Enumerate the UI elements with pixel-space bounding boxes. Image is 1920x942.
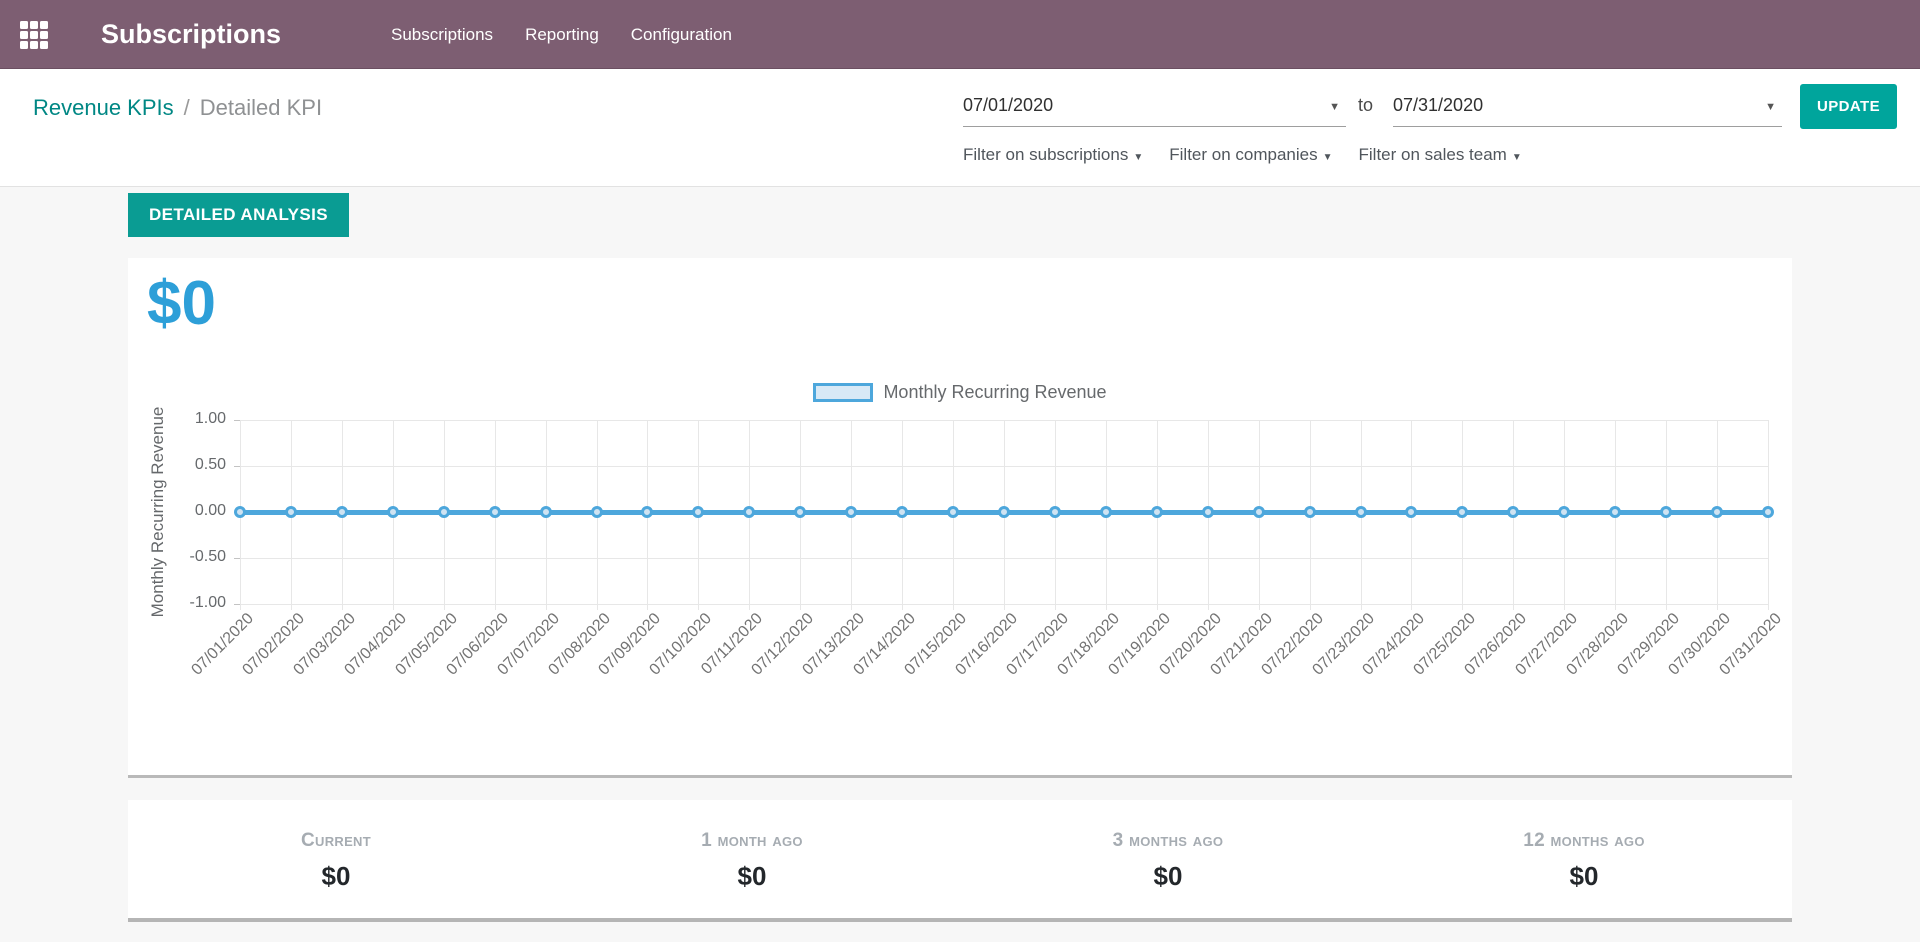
- data-point-marker: [1456, 506, 1468, 518]
- data-point-marker: [896, 506, 908, 518]
- data-point-marker: [285, 506, 297, 518]
- line-chart: 1.000.500.00-0.50-1.0007/01/202007/02/20…: [128, 258, 1792, 778]
- data-point-marker: [1762, 506, 1774, 518]
- chevron-down-icon: ▼: [1329, 89, 1340, 125]
- summary-value: $0: [128, 861, 544, 892]
- date-from-input[interactable]: 07/01/2020 ▼: [963, 87, 1346, 127]
- app-title: Subscriptions: [101, 0, 281, 69]
- menu-item-reporting[interactable]: Reporting: [509, 0, 615, 69]
- filter-filter-on-companies[interactable]: Filter on companies ▼: [1169, 145, 1332, 165]
- data-point-marker: [1202, 506, 1214, 518]
- filter-label: Filter on subscriptions: [963, 145, 1128, 164]
- summary-column: 12 months ago $0: [1376, 800, 1792, 918]
- summary-period-label: 1 month ago: [544, 830, 960, 852]
- filter-label: Filter on sales team: [1359, 145, 1507, 164]
- breadcrumb-separator: /: [184, 95, 190, 120]
- data-point-marker: [591, 506, 603, 518]
- data-point-marker: [1100, 506, 1112, 518]
- chevron-down-icon: ▼: [1323, 152, 1333, 163]
- y-axis-label: Monthly Recurring Revenue: [148, 407, 168, 618]
- breadcrumb-parent-link[interactable]: Revenue KPIs: [33, 95, 174, 120]
- data-point-marker: [1253, 506, 1265, 518]
- breadcrumb: Revenue KPIs / Detailed KPI: [33, 95, 322, 121]
- top-navbar: Subscriptions SubscriptionsReportingConf…: [0, 0, 1920, 69]
- summary-period-label: 3 months ago: [960, 830, 1376, 852]
- data-point-marker: [438, 506, 450, 518]
- summary-period-label: 12 months ago: [1376, 830, 1792, 852]
- data-point-marker: [1355, 506, 1367, 518]
- to-label: to: [1358, 95, 1373, 116]
- data-point-marker: [794, 506, 806, 518]
- data-point-marker: [1660, 506, 1672, 518]
- apps-grid-icon[interactable]: [20, 21, 49, 49]
- summary-value: $0: [544, 861, 960, 892]
- menu-item-subscriptions[interactable]: Subscriptions: [375, 0, 509, 69]
- menu-item-configuration[interactable]: Configuration: [615, 0, 748, 69]
- data-point-marker: [387, 506, 399, 518]
- data-point-marker: [1304, 506, 1316, 518]
- chevron-down-icon: ▼: [1765, 89, 1776, 125]
- breadcrumb-current: Detailed KPI: [200, 95, 322, 120]
- summary-value: $0: [1376, 861, 1792, 892]
- filter-bar: Filter on subscriptions▼Filter on compan…: [963, 145, 1522, 165]
- data-point-marker: [1405, 506, 1417, 518]
- data-point-marker: [998, 506, 1010, 518]
- date-from-value: 07/01/2020: [963, 95, 1053, 115]
- date-to-input[interactable]: 07/31/2020 ▼: [1393, 87, 1782, 127]
- detailed-analysis-badge: DETAILED ANALYSIS: [128, 193, 349, 237]
- summary-column: Current $0: [128, 800, 544, 918]
- update-button[interactable]: UPDATE: [1800, 84, 1897, 129]
- data-point-marker: [947, 506, 959, 518]
- data-point-marker: [1711, 506, 1723, 518]
- data-point-marker: [489, 506, 501, 518]
- filter-label: Filter on companies: [1169, 145, 1317, 164]
- data-point-marker: [1558, 506, 1570, 518]
- data-point-marker: [1049, 506, 1061, 518]
- kpi-summary-card: Current$01 month ago$03 months ago$012 m…: [128, 800, 1792, 922]
- chevron-down-icon: ▼: [1133, 152, 1143, 163]
- data-point-marker: [234, 506, 246, 518]
- data-point-marker: [692, 506, 704, 518]
- summary-column: 1 month ago $0: [544, 800, 960, 918]
- page: Subscriptions SubscriptionsReportingConf…: [0, 0, 1920, 942]
- data-point-marker: [845, 506, 857, 518]
- data-point-marker: [1507, 506, 1519, 518]
- data-point-marker: [1609, 506, 1621, 518]
- data-point-marker: [641, 506, 653, 518]
- chevron-down-icon: ▼: [1512, 152, 1522, 163]
- main-content: DETAILED ANALYSIS $0 Monthly Recurring R…: [0, 187, 1920, 942]
- data-point-marker: [743, 506, 755, 518]
- control-panel: Revenue KPIs / Detailed KPI 07/01/2020 ▼ t…: [0, 69, 1920, 187]
- summary-value: $0: [960, 861, 1376, 892]
- filter-filter-on-subscriptions[interactable]: Filter on subscriptions ▼: [963, 145, 1143, 165]
- summary-period-label: Current: [128, 830, 544, 852]
- mrr-chart-card: $0 Monthly Recurring Revenue 1.000.500.0…: [128, 258, 1792, 778]
- main-menu: SubscriptionsReportingConfiguration: [375, 0, 748, 69]
- data-point-marker: [540, 506, 552, 518]
- filter-filter-on-sales-team[interactable]: Filter on sales team ▼: [1359, 145, 1522, 165]
- summary-column: 3 months ago $0: [960, 800, 1376, 918]
- data-point-marker: [1151, 506, 1163, 518]
- data-point-marker: [336, 506, 348, 518]
- date-to-value: 07/31/2020: [1393, 95, 1483, 115]
